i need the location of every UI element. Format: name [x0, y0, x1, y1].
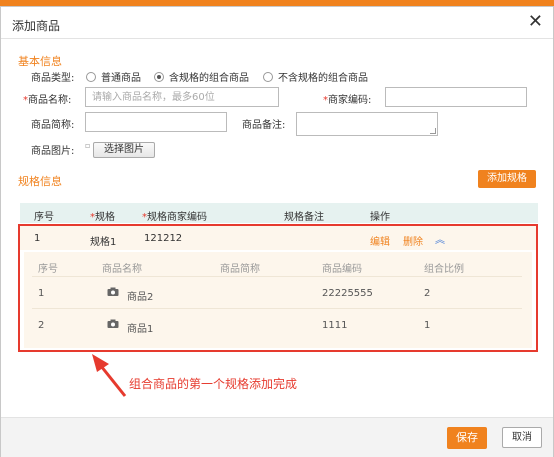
dialog-footer: 保存 取消	[1, 417, 553, 457]
col-spec-text: 规格	[95, 212, 115, 223]
sub-row-2-code: 1111	[322, 320, 348, 331]
product-type-label: 商品类型:	[31, 73, 75, 84]
divider	[32, 276, 522, 277]
sub-col-name: 商品名称	[102, 264, 142, 275]
sub-col-code: 商品编码	[322, 264, 362, 275]
col-spec-code: *规格商家编码	[142, 208, 207, 223]
sub-row-2-ratio: 1	[424, 320, 431, 331]
spec-row: 1 规格1 121212 编辑 删除 ︽	[20, 226, 536, 250]
radio-combo-with-spec-dot	[154, 71, 164, 82]
cancel-button[interactable]: 取消	[502, 427, 542, 448]
image-label: 商品图片:	[31, 146, 75, 157]
merchant-code-input[interactable]	[385, 87, 527, 107]
spec-table-header: 序号 *规格 *规格商家编码 规格备注 操作	[20, 203, 538, 223]
col-index: 序号	[34, 212, 54, 223]
product-name-label-text: 商品名称:	[28, 95, 72, 106]
sub-row-1-index: 1	[38, 288, 45, 299]
annotation-note: 组合商品的第一个规格添加完成	[129, 377, 298, 391]
spec-info-title: 规格信息	[18, 175, 62, 188]
dialog-title: 添加商品	[12, 19, 61, 33]
edit-link[interactable]: 编辑	[370, 233, 390, 248]
radio-normal-product[interactable]: 普通商品	[86, 69, 141, 84]
spec-row-index: 1	[34, 233, 41, 244]
combo-detail-panel: 序号 商品名称 商品简称 商品编码 组合比例 1 商品2 22225555 2 …	[24, 252, 532, 348]
combo-detail-table: 序号 商品名称 商品简称 商品编码 组合比例 1 商品2 22225555 2 …	[32, 256, 522, 344]
spec-row-highlight: 1 规格1 121212 编辑 删除 ︽ 序号 商品名称 商品简称 商品编码 组…	[18, 224, 538, 352]
merchant-code-label-text: 商家编码:	[328, 95, 372, 106]
save-button[interactable]: 保存	[447, 427, 487, 449]
radio-combo-no-spec[interactable]: 不含规格的组合商品	[263, 69, 368, 84]
product-image-icon	[107, 287, 119, 296]
radio-normal-dot	[86, 71, 96, 82]
sub-row-1-name: 商品2	[127, 292, 154, 303]
delete-link[interactable]: 删除	[403, 233, 423, 248]
product-name-input[interactable]: 请输入商品名称，最多60位	[85, 87, 279, 107]
sub-row-1-ratio: 2	[424, 288, 431, 299]
annotation-arrow-icon	[92, 354, 127, 397]
product-name-label: *商品名称:	[23, 91, 71, 106]
image-placeholder-dot: ▫	[85, 141, 91, 150]
short-name-input[interactable]	[85, 112, 227, 132]
choose-image-button[interactable]: 选择图片	[93, 142, 155, 158]
sub-col-index: 序号	[38, 264, 58, 275]
col-spec-code-text: 规格商家编码	[147, 212, 207, 223]
remark-textarea[interactable]	[296, 112, 438, 136]
radio-combo-no-spec-dot	[263, 71, 273, 82]
divider	[32, 308, 522, 309]
radio-normal-label: 普通商品	[101, 73, 141, 84]
collapse-icon[interactable]: ︽	[435, 231, 445, 246]
col-spec: *规格	[90, 208, 115, 223]
sub-col-short: 商品简称	[220, 264, 260, 275]
spec-row-name: 规格1	[90, 237, 117, 248]
col-actions: 操作	[370, 212, 390, 223]
sub-col-ratio: 组合比例	[424, 264, 464, 275]
merchant-code-label: *商家编码:	[323, 91, 371, 106]
spec-row-code: 121212	[144, 233, 183, 244]
basic-info-title: 基本信息	[18, 55, 62, 68]
resize-handle-icon[interactable]	[430, 128, 436, 134]
add-spec-button[interactable]: 添加规格	[478, 170, 536, 188]
add-product-dialog: 添加商品 ✕ 基本信息 商品类型: 普通商品 含规格的组合商品 不含规格的组合商…	[0, 6, 554, 457]
short-name-label: 商品简称:	[31, 120, 75, 131]
sub-row-1-code: 22225555	[322, 288, 373, 299]
sub-row-2-name: 商品1	[127, 324, 154, 335]
dialog-header: 添加商品 ✕	[1, 7, 553, 39]
sub-row-2-index: 2	[38, 320, 45, 331]
radio-combo-with-spec[interactable]: 含规格的组合商品	[154, 69, 249, 84]
product-image-icon	[107, 319, 119, 328]
remark-label: 商品备注:	[242, 120, 286, 131]
close-icon[interactable]: ✕	[528, 12, 543, 32]
col-spec-remark: 规格备注	[284, 212, 324, 223]
radio-combo-with-spec-label: 含规格的组合商品	[169, 73, 249, 84]
radio-combo-no-spec-label: 不含规格的组合商品	[278, 73, 368, 84]
